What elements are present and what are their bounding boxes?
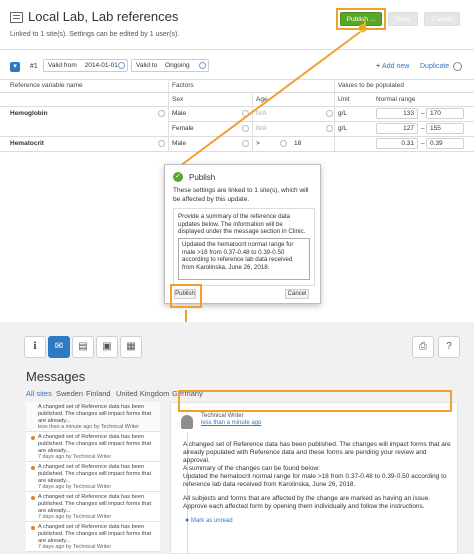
mail-icon[interactable]: ✉ [48, 336, 70, 358]
summary-heading: A summary of the changes can be found be… [183, 465, 320, 472]
message-time[interactable]: less than a minute ago [201, 420, 261, 426]
summary-instructions: Provide a summary of the reference data … [178, 213, 306, 236]
list-item[interactable]: A changed set of Reference data has been… [26, 522, 160, 552]
bell-icon [181, 415, 193, 429]
lab-icon[interactable]: ▦ [120, 336, 142, 358]
dialog-title: Publish [189, 173, 216, 182]
dialog-publish-highlight [170, 284, 202, 308]
dialog-intro: These settings are linked to 1 site(s), … [173, 187, 309, 203]
publish-dialog: ✓ Publish These settings are linked to 1… [164, 164, 321, 304]
dialog-cancel-button[interactable]: Cancel [285, 289, 309, 299]
summary-text: Updated the hematocrit normal range for … [183, 473, 447, 489]
list-item[interactable]: A changed set of Reference data has been… [26, 402, 160, 432]
print-icon[interactable]: ⎙ [412, 336, 434, 358]
tab-sweden[interactable]: Sweden [56, 389, 83, 398]
info-icon[interactable]: ℹ [24, 336, 46, 358]
list-item[interactable]: A changed set of Reference data has been… [26, 432, 160, 462]
tab-finland[interactable]: Finland [86, 389, 111, 398]
briefcase-icon[interactable]: ▣ [96, 336, 118, 358]
unread-dot [31, 526, 35, 530]
summary-section: Provide a summary of the reference data … [173, 208, 315, 286]
message-footer: All subjects and forms that are affected… [183, 495, 431, 511]
clinic-messages-panel: ℹ ✉ ▤ ▣ ▦ ⎙ ? Messages All sites Sweden … [0, 322, 474, 554]
check-icon: ✓ [173, 172, 183, 182]
mark-unread-link[interactable]: ● Mark as unread [185, 517, 233, 524]
unread-dot [31, 436, 35, 440]
document-icon[interactable]: ▤ [72, 336, 94, 358]
summary-highlight [178, 390, 452, 412]
summary-textarea[interactable]: Updated the hematocrit normal range for … [178, 238, 310, 280]
list-item[interactable]: A changed set of Reference data has been… [26, 462, 160, 492]
help-icon[interactable]: ? [438, 336, 460, 358]
tab-all-sites[interactable]: All sites [26, 389, 52, 398]
message-author: Technical Writer [201, 413, 244, 419]
message-body: A changed set of Reference data has been… [183, 441, 451, 465]
message-detail: Technical Writer less than a minute ago … [170, 402, 458, 554]
tab-united-kingdom[interactable]: United Kingdom [116, 389, 169, 398]
unread-dot [31, 466, 35, 470]
messages-title: Messages [26, 369, 86, 384]
unread-dot [31, 496, 35, 500]
list-item[interactable]: A changed set of Reference data has been… [26, 492, 160, 522]
